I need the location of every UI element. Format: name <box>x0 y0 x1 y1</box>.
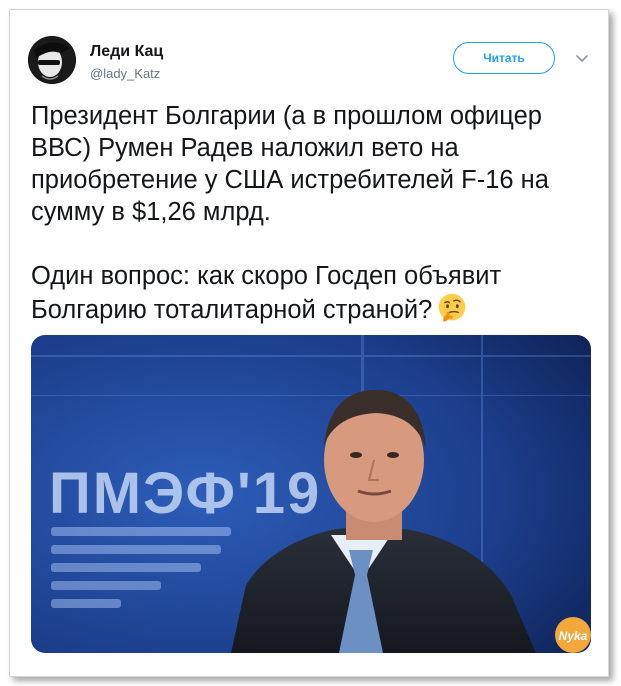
avatar-image <box>28 36 76 84</box>
photo-image: ПМЭФ'19 Nyka <box>31 335 591 653</box>
follow-button-label: Читать <box>483 51 525 65</box>
follow-button[interactable]: Читать <box>453 42 555 74</box>
avatar[interactable] <box>28 36 76 84</box>
tweet-paragraph-2-text: Один вопрос: как скоро Госдеп объявит Бо… <box>31 262 502 324</box>
tweet-paragraph-2: Один вопрос: как скоро Госдеп объявит Бо… <box>31 260 591 326</box>
author-handle[interactable]: @lady_Katz <box>90 66 160 81</box>
tweet-paragraph-1: Президент Болгарии (а в прошлом офицер В… <box>31 102 549 226</box>
watermark-text: Nyka <box>559 629 588 643</box>
tweet-text: Президент Болгарии (а в прошлом офицер В… <box>31 100 591 326</box>
chevron-down-icon[interactable] <box>574 50 590 66</box>
author-name[interactable]: Леди Кац <box>90 43 163 61</box>
photo-sign-text: ПМЭФ'19 <box>49 461 321 526</box>
tweet-card: Леди Кац @lady_Katz Читать Президент Бол… <box>9 9 609 677</box>
thinking-face-icon <box>439 293 466 322</box>
tweet-photo[interactable]: ПМЭФ'19 Nyka <box>31 335 591 653</box>
